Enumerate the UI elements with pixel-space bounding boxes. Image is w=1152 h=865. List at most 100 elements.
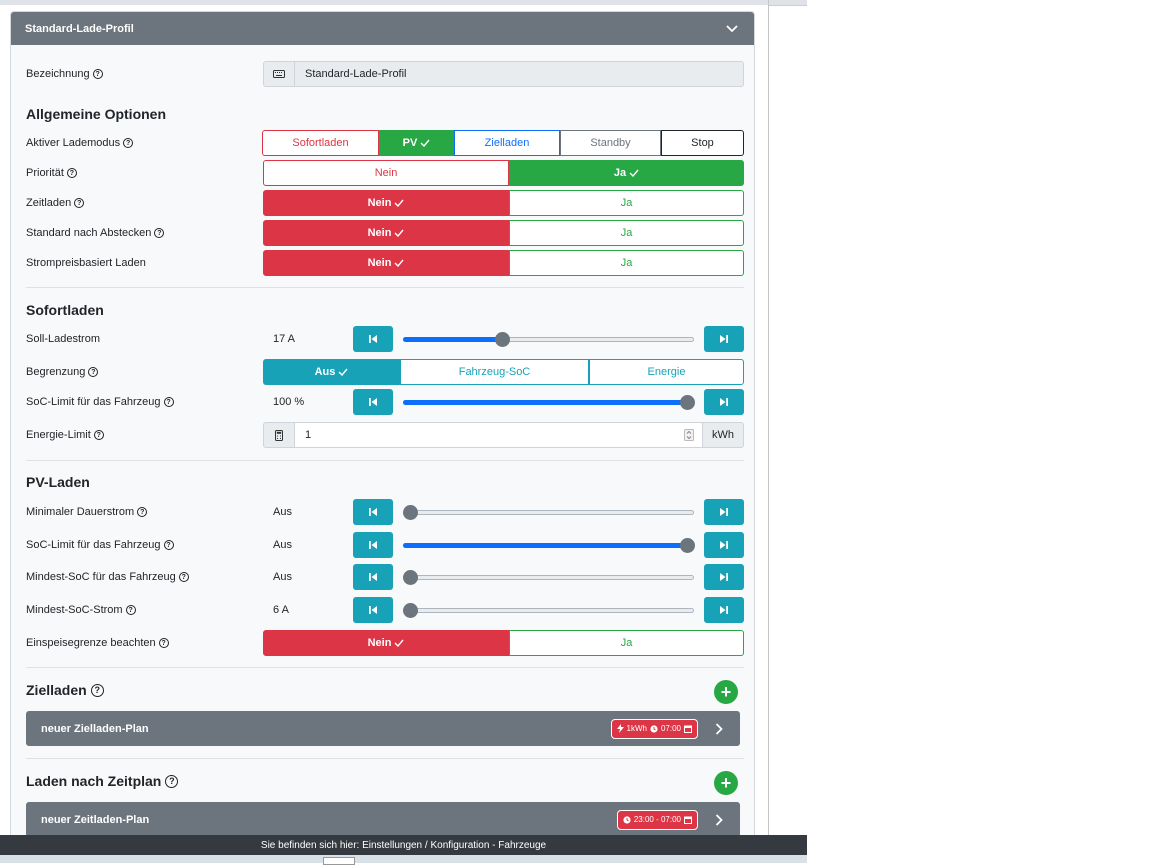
- input-value: 1: [305, 429, 312, 441]
- min-dauerstrom-decrease-button[interactable]: [353, 499, 393, 525]
- prioritaet-ja-button[interactable]: Ja: [509, 160, 744, 186]
- bottom-handle[interactable]: [323, 857, 355, 865]
- sofort-soc-decrease-button[interactable]: [353, 389, 393, 415]
- slider-handle[interactable]: [403, 603, 418, 618]
- zeitladen-nein-button[interactable]: Nein: [263, 190, 509, 216]
- zeitladen-plan-item[interactable]: neuer Zeitladen-Plan 23:00 - 07:00: [26, 802, 740, 837]
- min-dauerstrom-slider[interactable]: [403, 499, 694, 525]
- begrenzung-fahrzeug-soc-button[interactable]: Fahrzeug-SoC: [400, 359, 589, 385]
- slider-handle[interactable]: [403, 505, 418, 520]
- help-icon[interactable]: ?: [88, 367, 99, 377]
- einspeise-nein-button[interactable]: Nein: [263, 630, 509, 656]
- help-icon[interactable]: ?: [90, 683, 104, 697]
- plan-name: neuer Zielladen-Plan: [41, 722, 149, 735]
- pv-soc-slider[interactable]: [403, 532, 695, 558]
- row-begrenzung: Begrenzung ? Aus Fahrzeug-SoC Energie: [26, 359, 744, 385]
- bezeichnung-input[interactable]: Standard-Lade-Profil: [295, 61, 744, 87]
- mindest-soc-increase-button[interactable]: [704, 564, 744, 590]
- label-text: Zeitladen: [26, 197, 72, 209]
- pv-soc-increase-button[interactable]: [704, 532, 744, 558]
- mode-sofortladen-button[interactable]: Sofortladen: [262, 130, 379, 156]
- help-icon[interactable]: ?: [93, 430, 104, 440]
- help-icon[interactable]: ?: [158, 638, 169, 648]
- mode-pv-button[interactable]: PV: [379, 130, 454, 156]
- slider-handle[interactable]: [680, 538, 695, 553]
- calendar-icon: [684, 725, 692, 733]
- mindest-soc-decrease-button[interactable]: [353, 564, 393, 590]
- energie-limit-input[interactable]: 1: [295, 422, 703, 448]
- einspeise-button-group: Nein Ja: [263, 630, 744, 656]
- mindest-soc-slider[interactable]: [403, 564, 694, 590]
- mindest-soc-strom-value: 6 A: [273, 604, 289, 616]
- prioritaet-nein-button[interactable]: Nein: [263, 160, 509, 186]
- mode-standby-button[interactable]: Standby: [560, 130, 661, 156]
- zeitladen-ja-button[interactable]: Ja: [509, 190, 744, 216]
- help-icon[interactable]: ?: [66, 168, 77, 178]
- help-icon[interactable]: ?: [178, 572, 189, 582]
- label-text: Energie-Limit: [26, 429, 91, 441]
- main-area: Standard-Lade-Profil Bezeichnung ? Stand…: [0, 5, 768, 843]
- mode-zielladen-button[interactable]: Zielladen: [454, 130, 560, 156]
- slider-handle[interactable]: [494, 332, 510, 347]
- help-icon[interactable]: ?: [154, 228, 165, 238]
- mode-stop-button[interactable]: Stop: [661, 130, 744, 156]
- button-label: Nein: [367, 637, 392, 649]
- help-icon[interactable]: ?: [74, 198, 85, 208]
- divider: [26, 287, 744, 288]
- help-icon[interactable]: ?: [92, 69, 103, 79]
- breadcrumb-footer: Sie befinden sich hier: Einstellungen / …: [0, 835, 807, 855]
- standard-button-group: Nein Ja: [263, 220, 744, 246]
- help-icon[interactable]: ?: [125, 605, 136, 615]
- einspeise-ja-button[interactable]: Ja: [509, 630, 744, 656]
- charge-profile-card: Standard-Lade-Profil Bezeichnung ? Stand…: [10, 11, 755, 843]
- ladestrom-slider[interactable]: [403, 326, 694, 352]
- check-icon: [420, 139, 430, 147]
- mindest-soc-strom-slider[interactable]: [403, 597, 694, 623]
- help-icon[interactable]: ?: [137, 507, 148, 517]
- pv-soc-decrease-button[interactable]: [353, 532, 393, 558]
- add-zeitladen-plan-button[interactable]: +: [714, 771, 738, 795]
- label-zeitladen: Zeitladen ?: [26, 197, 263, 209]
- ladestrom-increase-button[interactable]: [704, 326, 744, 352]
- step-back-icon: [369, 573, 377, 581]
- help-icon[interactable]: ?: [163, 540, 174, 550]
- step-forward-icon: [720, 573, 728, 581]
- chevron-right-icon[interactable]: [698, 813, 740, 826]
- plus-icon: +: [720, 773, 732, 793]
- chevron-right-icon[interactable]: [698, 722, 740, 735]
- plan-name: neuer Zeitladen-Plan: [41, 813, 150, 826]
- calendar-icon: [684, 816, 692, 824]
- slider-handle[interactable]: [403, 570, 418, 585]
- sofort-soc-slider[interactable]: [403, 389, 695, 415]
- label-mindest-soc-strom: Mindest-SoC-Strom ?: [26, 604, 263, 616]
- button-label: Nein: [367, 197, 392, 209]
- strompreis-nein-button[interactable]: Nein: [263, 250, 509, 276]
- standard-nein-button[interactable]: Nein: [263, 220, 509, 246]
- min-dauerstrom-increase-button[interactable]: [704, 499, 744, 525]
- energie-limit-input-group: 1 kWh: [263, 422, 744, 448]
- add-zielladen-plan-button[interactable]: +: [714, 680, 738, 704]
- begrenzung-energie-button[interactable]: Energie: [589, 359, 744, 385]
- help-icon[interactable]: ?: [165, 774, 179, 788]
- label-text: Mindest-SoC-Strom: [26, 604, 123, 616]
- step-back-icon: [369, 541, 377, 549]
- mindest-soc-value: Aus: [273, 571, 292, 583]
- help-icon[interactable]: ?: [123, 138, 134, 148]
- mindest-soc-strom-decrease-button[interactable]: [353, 597, 393, 623]
- row-prioritaet: Priorität ? Nein Ja: [26, 160, 744, 186]
- ladestrom-decrease-button[interactable]: [353, 326, 393, 352]
- card-header[interactable]: Standard-Lade-Profil: [11, 12, 754, 45]
- mindest-soc-strom-increase-button[interactable]: [704, 597, 744, 623]
- spinner-icon[interactable]: [684, 429, 694, 441]
- sofort-soc-increase-button[interactable]: [704, 389, 744, 415]
- begrenzung-aus-button[interactable]: Aus: [263, 359, 400, 385]
- slider-track: [403, 510, 694, 515]
- slider-handle[interactable]: [680, 395, 695, 410]
- strompreis-ja-button[interactable]: Ja: [509, 250, 744, 276]
- label-text: Priorität: [26, 167, 64, 179]
- standard-ja-button[interactable]: Ja: [509, 220, 744, 246]
- zielladen-plan-item[interactable]: neuer Zielladen-Plan 1kWh 07:00: [26, 711, 740, 746]
- slider-track: [403, 608, 694, 613]
- help-icon[interactable]: ?: [163, 397, 174, 407]
- chevron-down-icon[interactable]: [724, 21, 740, 37]
